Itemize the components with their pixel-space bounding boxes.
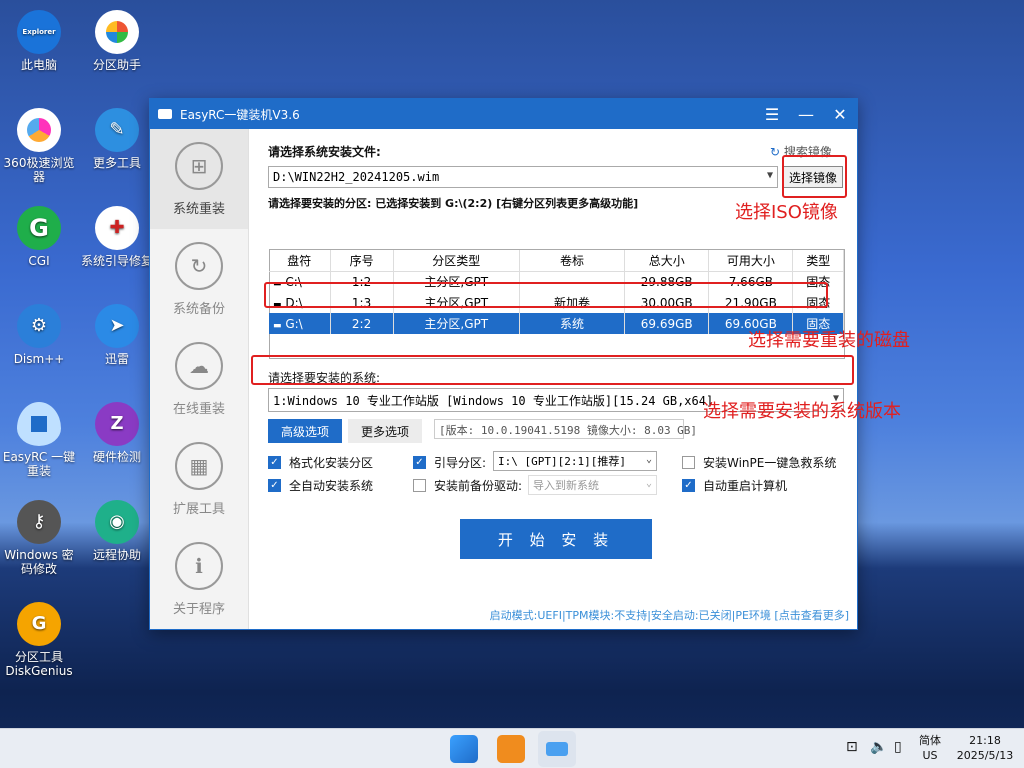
desktop-icon-partition-assistant[interactable]: 分区助手	[78, 10, 156, 72]
format-checkbox[interactable]: ✓ 格式化安装分区	[268, 454, 373, 471]
sidebar-item-backup[interactable]: ↻ 系统备份	[150, 229, 248, 329]
boot-partition-checkbox[interactable]: ✓ 引导分区:	[413, 454, 486, 471]
annotation-box-version	[251, 355, 854, 385]
battery-icon[interactable]: ▯	[894, 740, 902, 755]
gear-icon: ⚙	[17, 304, 61, 348]
tab-more[interactable]: 更多选项	[348, 419, 422, 443]
start-windows-icon[interactable]	[450, 735, 478, 763]
checkbox-empty-icon	[682, 456, 695, 469]
chip-icon: Z	[95, 402, 139, 446]
desktop-icon-boot-repair[interactable]: ✚ 系统引导修复	[78, 206, 156, 268]
chevron-down-icon: ⌄	[645, 478, 652, 489]
diskgenius-taskbar-icon[interactable]	[497, 735, 525, 763]
file-label: 请选择系统安装文件:	[268, 145, 381, 159]
backup-driver-checkbox[interactable]: 安装前备份驱动:	[413, 477, 522, 494]
auto-restart-checkbox[interactable]: ✓ 自动重启计算机	[682, 477, 787, 494]
app-logo-icon	[158, 109, 172, 119]
annotation-version: 选择需要安装的系统版本	[703, 401, 901, 422]
tab-advanced[interactable]: 高级选项	[268, 419, 342, 443]
annotation-iso: 选择ISO镜像	[735, 202, 838, 223]
desktop-icon-easyrc[interactable]: EasyRC 一键重装	[0, 402, 78, 478]
browser-icon	[17, 108, 61, 152]
wrench-icon: ✎	[95, 108, 139, 152]
sidebar-item-tools[interactable]: ▦ 扩展工具	[150, 429, 248, 529]
image-path-select[interactable]: D:\WIN22H2_20241205.wim ▼	[268, 166, 778, 188]
sidebar: ⊞ 系统重装 ↻ 系统备份 ☁ 在线重装 ▦ 扩展工具 ℹ 关于程序	[150, 129, 249, 629]
clock[interactable]: 21:18 2025/5/13	[950, 733, 1020, 763]
windows-logo-icon	[546, 742, 568, 756]
auto-install-checkbox[interactable]: ✓ 全自动安装系统	[268, 477, 373, 494]
desktop-icon-this-pc[interactable]: Explorer 此电脑	[0, 10, 78, 72]
table-header-row: 盘符 序号 分区类型 卷标 总大小 可用大小 类型	[269, 250, 844, 272]
annotation-disk: 选择需要重装的磁盘	[748, 330, 910, 351]
cgi-icon: G	[17, 206, 61, 250]
desktop-icon-password-reset[interactable]: ⚷ Windows 密码修改	[0, 500, 78, 576]
network-icon[interactable]: ⊡	[846, 740, 858, 755]
checkmark-icon: ✓	[413, 456, 426, 469]
desktop-icon-cgi[interactable]: G CGI	[0, 206, 78, 268]
bird-icon: ➤	[95, 304, 139, 348]
start-install-button[interactable]: 开 始 安 装	[460, 519, 652, 559]
info-icon: ℹ	[175, 541, 223, 590]
version-info: [版本: 10.0.19041.5198 镜像大小: 8.03 GB]	[434, 419, 697, 439]
windows-logo-icon	[17, 402, 61, 446]
annotation-box-image	[782, 155, 847, 198]
partition-label: 请选择要安装的分区: 已选择安装到 G:\(2:2) [右键分区列表更多高级功能…	[268, 197, 639, 210]
sidebar-item-online[interactable]: ☁ 在线重装	[150, 329, 248, 429]
sidebar-item-about[interactable]: ℹ 关于程序	[150, 529, 248, 629]
title-bar: EasyRC一键装机V3.6 ☰ — ✕	[150, 99, 857, 129]
checkmark-icon: ✓	[268, 456, 281, 469]
checkmark-icon: ✓	[268, 479, 281, 492]
input-method[interactable]: 简体 US	[912, 733, 948, 763]
checkmark-icon: ✓	[682, 479, 695, 492]
close-icon[interactable]: ✕	[823, 99, 857, 129]
status-bar[interactable]: 启动模式:UEFI|TPM模块:不支持|安全启动:已关闭|PE环境 [点击查看更…	[490, 607, 849, 623]
easyrc-taskbar-icon[interactable]	[538, 731, 576, 767]
desktop-icon-dism[interactable]: ⚙ Dism++	[0, 304, 78, 366]
backup-icon: ↻	[175, 241, 223, 290]
drive-icon: ▬	[273, 320, 282, 331]
minimize-icon[interactable]: —	[789, 99, 823, 129]
apps-icon: ▦	[175, 441, 223, 490]
volume-icon[interactable]: 🔈	[870, 740, 887, 755]
checkbox-empty-icon	[413, 479, 426, 492]
refresh-icon: ↻	[770, 145, 781, 159]
cloud-icon: ☁	[175, 341, 223, 390]
desktop-icon-more-tools[interactable]: ✎ 更多工具	[78, 108, 156, 170]
desktop-icon-hardware-check[interactable]: Z 硬件检测	[78, 402, 156, 464]
key-icon: ⚷	[17, 500, 61, 544]
desktop-icon-xunlei[interactable]: ➤ 迅雷	[78, 304, 156, 366]
diskgenius-icon: G	[17, 602, 61, 646]
menu-icon[interactable]: ☰	[755, 99, 789, 129]
sidebar-item-reinstall[interactable]: ⊞ 系统重装	[150, 129, 248, 229]
backup-driver-select[interactable]: 导入到新系统 ⌄	[528, 475, 657, 495]
window-title: EasyRC一键装机V3.6	[180, 107, 300, 122]
chevron-down-icon: ▼	[766, 170, 773, 181]
desktop-icon-diskgenius[interactable]: G 分区工具 DiskGenius	[0, 602, 78, 678]
this-pc-icon: Explorer	[17, 10, 61, 54]
desktop-icon-remote-assist[interactable]: ◉ 远程协助	[78, 500, 156, 562]
boot-partition-select[interactable]: I:\ [GPT][2:1][推荐] ⌄	[493, 451, 657, 471]
windows-grid-icon: ⊞	[175, 141, 223, 190]
signal-icon: ◉	[95, 500, 139, 544]
taskbar: ⊡ 🔈 ▯ 简体 US 21:18 2025/5/13	[0, 728, 1024, 768]
annotation-box-disk	[264, 282, 828, 308]
chevron-down-icon: ⌄	[645, 454, 652, 465]
partition-assistant-icon	[95, 10, 139, 54]
winpe-checkbox[interactable]: 安装WinPE一键急救系统	[682, 454, 836, 471]
desktop-icon-360-browser[interactable]: 360极速浏览器	[0, 108, 78, 184]
toolbox-icon: ✚	[95, 206, 139, 250]
